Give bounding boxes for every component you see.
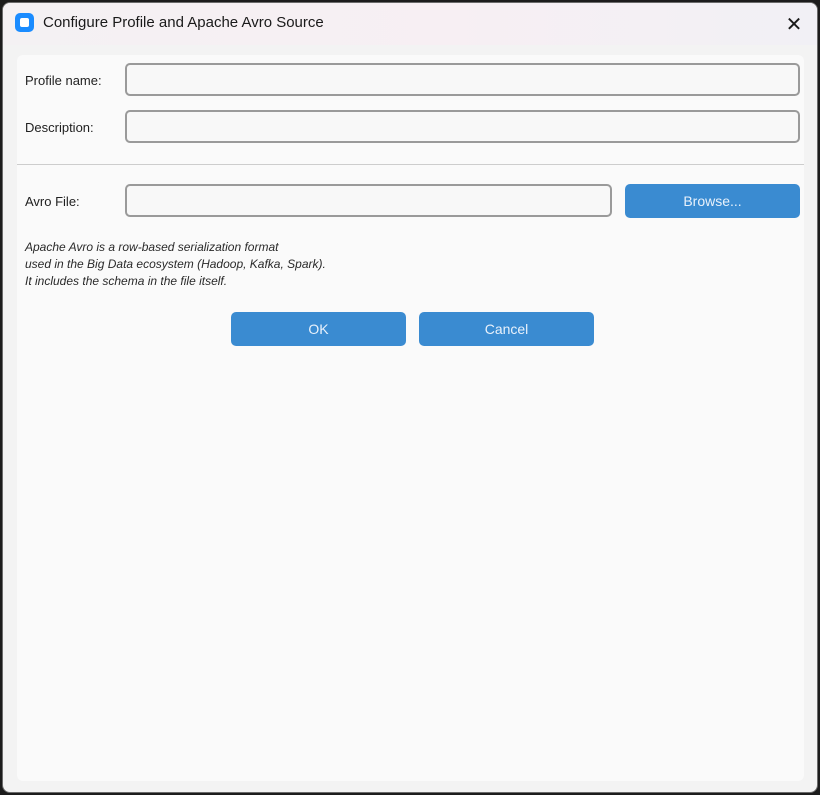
description-label: Description: [25, 120, 94, 135]
help-text: Apache Avro is a row-based serialization… [25, 239, 326, 290]
cancel-button[interactable]: Cancel [419, 312, 594, 346]
section-divider [17, 164, 804, 165]
dialog-content: Profile name: Description: Avro File: Br… [17, 55, 804, 781]
close-icon: ✕ [785, 13, 803, 36]
title-bar[interactable]: Configure Profile and Apache Avro Source… [3, 3, 817, 45]
ok-button[interactable]: OK [231, 312, 406, 346]
help-line-3: It includes the schema in the file itsel… [25, 274, 228, 288]
close-button[interactable]: ✕ [771, 3, 817, 45]
window-title: Configure Profile and Apache Avro Source [43, 14, 324, 31]
profile-name-label: Profile name: [25, 73, 102, 88]
dialog-window: Configure Profile and Apache Avro Source… [2, 2, 818, 793]
help-line-2: used in the Big Data ecosystem (Hadoop, … [25, 257, 326, 271]
app-icon [15, 13, 34, 32]
avro-file-label: Avro File: [25, 194, 80, 209]
avro-file-field[interactable] [125, 184, 612, 217]
profile-name-field[interactable] [125, 63, 800, 96]
browse-button[interactable]: Browse... [625, 184, 800, 218]
help-line-1: Apache Avro is a row-based serialization… [25, 240, 279, 254]
description-field[interactable] [125, 110, 800, 143]
